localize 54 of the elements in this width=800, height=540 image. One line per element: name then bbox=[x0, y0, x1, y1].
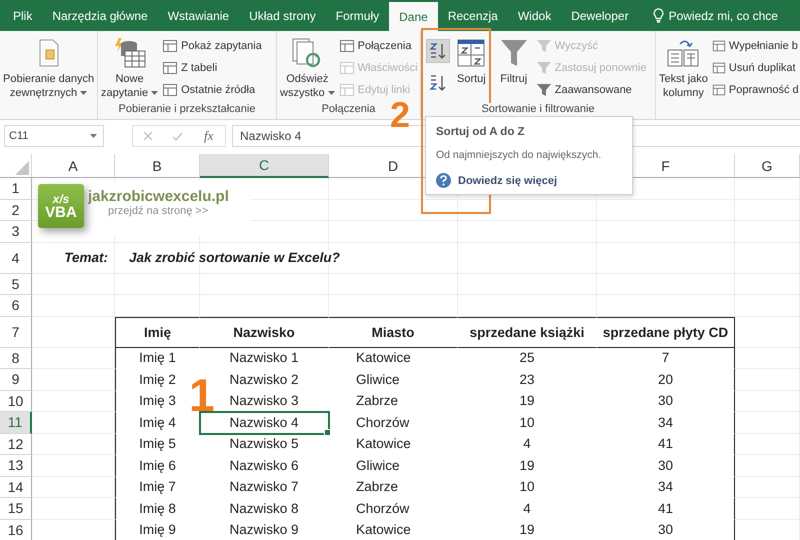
table-cell-text: 23 bbox=[518, 370, 536, 389]
table-cell: Nazwisko 9 bbox=[200, 520, 329, 540]
table-cell: 34 bbox=[597, 412, 735, 434]
tooltip-title: Sortuj od A do Z bbox=[436, 126, 526, 138]
table-cell: 30 bbox=[597, 520, 735, 540]
table-cell-text: 19 bbox=[518, 392, 536, 410]
column-heading: Imię bbox=[115, 316, 200, 348]
topic-label: Temat: bbox=[32, 242, 115, 274]
table-cell-text: Nazwisko 1 bbox=[228, 349, 300, 368]
column-heading: sprzedane płyty CD bbox=[597, 316, 735, 348]
table-cell: Imię 5 bbox=[115, 434, 200, 455]
table-cell: 7 bbox=[597, 348, 735, 369]
table-cell-text: Zabrze bbox=[355, 478, 400, 496]
table-cell: Imię 9 bbox=[115, 520, 200, 540]
column-heading: Miasto bbox=[329, 316, 458, 348]
topic-text: Jak zrobić sortowanie w Excelu? bbox=[129, 250, 342, 265]
table-cell-text: 10 bbox=[518, 478, 536, 496]
step-number: 2 bbox=[390, 97, 410, 133]
table-cell: Katowice bbox=[329, 520, 458, 540]
table-cell-text: Nazwisko 7 bbox=[228, 478, 300, 496]
table-cell: 30 bbox=[597, 455, 735, 476]
table-cell: Imię 1 bbox=[115, 348, 200, 369]
table-cell-text: Katowice bbox=[355, 435, 412, 454]
table-cell: 41 bbox=[597, 434, 735, 455]
table-cell: 34 bbox=[597, 476, 735, 498]
table-cell-text: Nazwisko 3 bbox=[228, 392, 300, 410]
table-cell-text: Chorzów bbox=[355, 500, 410, 518]
table-cell: Imię 8 bbox=[115, 498, 200, 520]
table-cell-text: 25 bbox=[518, 349, 536, 368]
table-cell: Imię 4 bbox=[115, 412, 200, 434]
site-name: jakzrobicwexcelu.pl bbox=[88, 188, 229, 205]
table-cell-text: 10 bbox=[518, 414, 536, 432]
table-cell-text: Nazwisko 8 bbox=[228, 500, 300, 518]
table-cell: 30 bbox=[597, 390, 735, 412]
table-cell-text: Gliwice bbox=[355, 456, 401, 475]
table-cell-text: Nazwisko 2 bbox=[228, 370, 300, 389]
table-cell: 20 bbox=[597, 369, 735, 390]
table-cell-text: 4 bbox=[522, 500, 532, 518]
table-cell: Imię 7 bbox=[115, 476, 200, 498]
table-cell-text: Zabrze bbox=[355, 392, 400, 410]
table-cell: 41 bbox=[597, 498, 735, 520]
column-heading: sprzedane książki bbox=[458, 316, 597, 348]
table-cell-text: Chorzów bbox=[355, 414, 410, 432]
column-heading: Nazwisko bbox=[200, 316, 329, 348]
table-cell: Imię 6 bbox=[115, 455, 200, 476]
logo-badge: x/s VBA bbox=[38, 184, 84, 228]
table-cell-text: 19 bbox=[518, 456, 536, 475]
table-cell: Nazwisko 4 bbox=[200, 412, 329, 434]
table-cell-text: Nazwisko 5 bbox=[228, 435, 300, 454]
table-cell-text: Gliwice bbox=[355, 370, 401, 389]
table-cell-text: Nazwisko 6 bbox=[228, 456, 300, 475]
table-cell-text: Katowice bbox=[355, 349, 412, 368]
table-cell-text: 4 bbox=[522, 435, 532, 454]
table-cell: 19 bbox=[458, 520, 597, 540]
